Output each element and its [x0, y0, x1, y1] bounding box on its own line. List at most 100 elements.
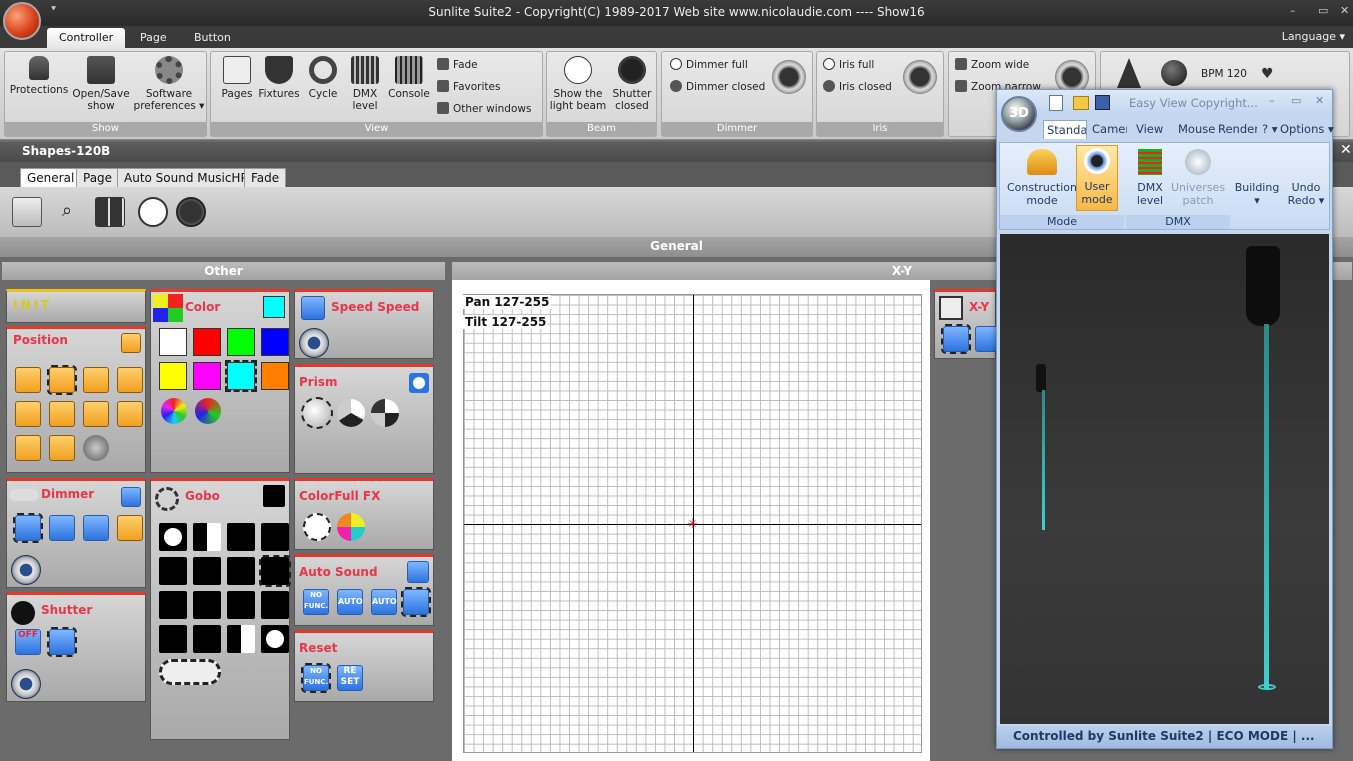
gobo-dots-2-icon[interactable] — [159, 625, 187, 653]
dimmer-speed-dial[interactable] — [11, 555, 41, 585]
prism-4-icon[interactable] — [371, 399, 399, 427]
colorfull-open-icon[interactable] — [303, 513, 331, 541]
close-button[interactable]: ✕ — [1340, 4, 1349, 17]
auto-sound-speaker-button[interactable] — [401, 587, 431, 617]
metronome-icon[interactable] — [1117, 58, 1141, 88]
tab-render[interactable]: Render — [1215, 120, 1257, 138]
gobo-cross-2-icon[interactable] — [261, 591, 289, 619]
minimize-button[interactable]: – — [1290, 4, 1296, 17]
dmx-level-button[interactable]: DMX level — [345, 56, 385, 112]
xy-cursor-icon[interactable]: ✳ — [687, 517, 698, 532]
color-swatch-4[interactable] — [159, 362, 187, 390]
shape-wave-icon[interactable] — [117, 367, 143, 393]
tab-camera[interactable]: Camer — [1089, 120, 1127, 138]
fixtures-button[interactable]: Fixtures — [257, 56, 301, 100]
tab-page-sub[interactable]: Page — [76, 168, 120, 187]
search-icon[interactable]: ⌕ — [52, 197, 82, 227]
shape-eight-icon[interactable] — [49, 401, 75, 427]
position-reset-icon[interactable] — [121, 333, 141, 353]
shape-zigzag-icon[interactable] — [117, 401, 143, 427]
iris-knob[interactable] — [903, 60, 937, 94]
prism-open-icon[interactable] — [301, 397, 333, 429]
console-button[interactable]: Console — [387, 56, 431, 100]
prism-3-icon[interactable] — [337, 399, 365, 427]
gobo-triangle-icon[interactable] — [227, 523, 255, 551]
cycle-button[interactable]: Cycle — [303, 56, 343, 100]
tab-general[interactable]: General — [20, 168, 82, 187]
software-preferences-button[interactable]: Software preferences ▾ — [133, 56, 205, 112]
layout-icon[interactable] — [95, 197, 125, 227]
pages-button[interactable]: Pages — [217, 56, 257, 100]
user-mode-button[interactable]: User mode — [1076, 145, 1118, 211]
app-logo[interactable] — [3, 2, 41, 40]
tab-mouse[interactable]: Mouse — [1175, 120, 1218, 138]
tab-options[interactable]: Options ▾ — [1277, 120, 1337, 138]
tab-auto-sound[interactable]: Auto Sound MusicHP — [117, 168, 255, 187]
tab-view[interactable]: View — [1133, 120, 1166, 138]
dimmer-full-button[interactable]: Dimmer full — [670, 58, 748, 71]
construction-mode-button[interactable]: Construction mode — [1004, 147, 1080, 207]
shutter-off-button[interactable]: OFF — [15, 629, 41, 655]
tab-page[interactable]: Page — [128, 28, 179, 48]
easy-view-maximize[interactable]: ▭ — [1291, 94, 1301, 107]
speed-dial[interactable] — [299, 328, 329, 358]
shape-vertical-icon[interactable] — [15, 435, 41, 461]
tab-controller[interactable]: Controller — [47, 28, 126, 48]
gobo-checker-icon[interactable] — [193, 523, 221, 551]
window-icon[interactable] — [12, 197, 42, 227]
dimmer-knob[interactable] — [772, 60, 806, 94]
reset-button[interactable]: RE SET — [337, 665, 363, 691]
dimmer-strobe-icon[interactable] — [117, 515, 143, 541]
shape-spiral-icon[interactable] — [15, 401, 41, 427]
tab-fade[interactable]: Fade — [244, 168, 287, 187]
color-swatch-0[interactable] — [159, 328, 187, 356]
other-windows-button[interactable]: Other windows — [437, 102, 531, 115]
shape-circle-icon[interactable] — [15, 367, 41, 393]
auto-sound-auto-2-button[interactable]: AUTO — [371, 589, 397, 615]
beam-closed-button[interactable] — [176, 197, 206, 227]
protections-button[interactable]: Protections — [7, 56, 71, 96]
color-swatch-6[interactable] — [225, 360, 257, 392]
shape-center-icon[interactable] — [47, 365, 77, 395]
tab-standard[interactable]: Standa — [1043, 120, 1087, 139]
undo-redo-button[interactable]: Undo Redo ▾ — [1284, 181, 1328, 207]
color-rainbow-icon[interactable] — [161, 398, 187, 424]
3d-scene[interactable] — [1000, 234, 1329, 724]
dimmer-closed-button[interactable]: Dimmer closed — [670, 80, 765, 93]
iris-closed-button[interactable]: Iris closed — [823, 80, 892, 93]
show-light-beam-button[interactable]: Show the light beam — [549, 56, 607, 112]
color-swatch-7[interactable] — [261, 362, 289, 390]
language-menu[interactable]: Language ▾ — [1282, 30, 1345, 43]
color-swatch-5[interactable] — [193, 362, 221, 390]
gobo-cross-icon[interactable] — [159, 557, 187, 585]
new-file-icon[interactable] — [1049, 95, 1063, 111]
gobo-flower-icon[interactable] — [227, 557, 255, 585]
open-folder-icon[interactable] — [1073, 96, 1089, 110]
maximize-button[interactable]: ▭ — [1318, 4, 1328, 17]
dimmer-2-icon[interactable] — [83, 515, 109, 541]
gobo-dots-icon[interactable] — [261, 523, 289, 551]
color-swatch-1[interactable] — [193, 328, 221, 356]
shape-sphere-icon[interactable] — [83, 435, 109, 461]
gobo-bracket-icon[interactable] — [259, 555, 291, 587]
tab-button[interactable]: Button — [182, 28, 243, 48]
color-swatch-2[interactable] — [227, 328, 255, 356]
gobo-bracket-2-icon[interactable] — [159, 591, 187, 619]
favorites-button[interactable]: Favorites — [437, 80, 500, 93]
gobo-open-2-icon[interactable] — [261, 625, 289, 653]
shape-vertical-wave-icon[interactable] — [49, 435, 75, 461]
gobo-checker-2-icon[interactable] — [227, 625, 255, 653]
color-swatch-3[interactable] — [261, 328, 289, 356]
gobo-square-icon[interactable] — [193, 557, 221, 585]
colorfull-fx-icon[interactable] — [337, 513, 365, 541]
auto-sound-auto-1-button[interactable]: AUTO — [337, 589, 363, 615]
gobo-square-2-icon[interactable] — [227, 591, 255, 619]
iris-full-button[interactable]: Iris full — [823, 58, 874, 71]
gobo-open-icon[interactable] — [159, 523, 187, 551]
gobo-rotate-icon[interactable] — [159, 659, 221, 685]
xy-move-icon[interactable] — [941, 324, 971, 354]
gobo-triangle-2-icon[interactable] — [193, 625, 221, 653]
color-rainbow-2-icon[interactable] — [195, 398, 221, 424]
fade-button[interactable]: Fade — [437, 58, 478, 71]
tap-icon[interactable] — [1161, 60, 1187, 86]
